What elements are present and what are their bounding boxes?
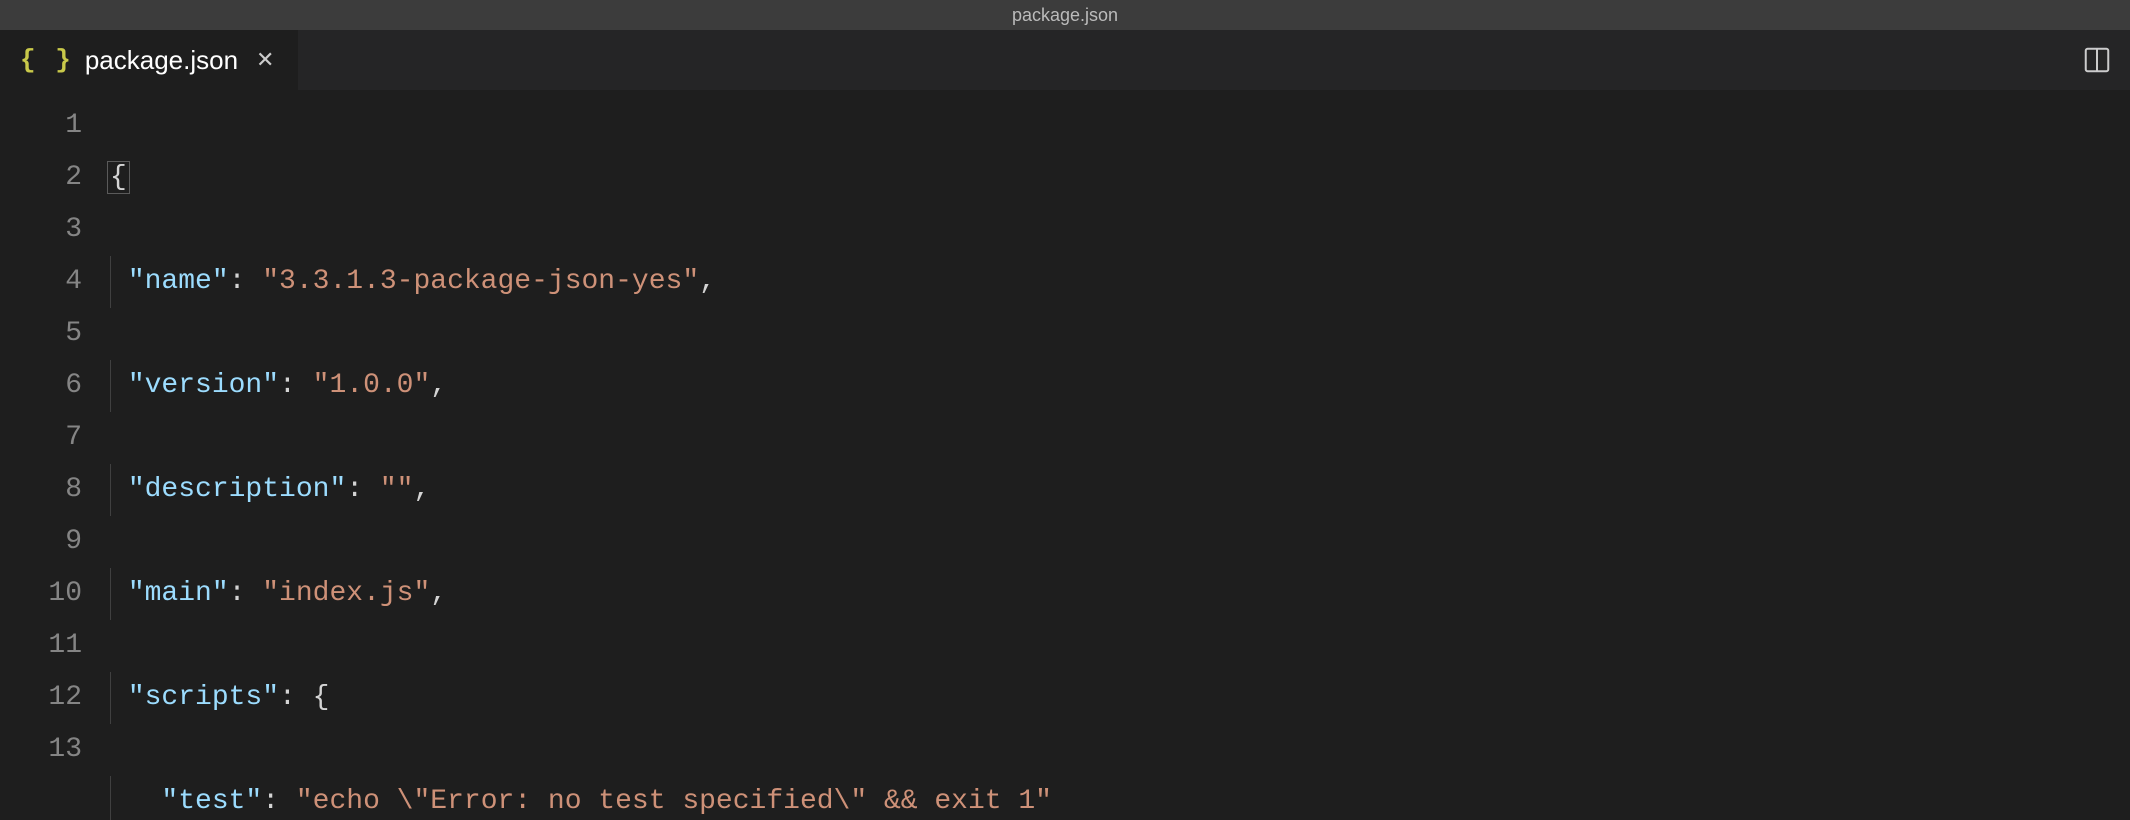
code-line: "main": "index.js", [110,568,2130,620]
window-title: package.json [1012,5,1118,26]
line-number: 10 [0,568,82,620]
editor-actions [2082,30,2112,90]
line-number: 9 [0,516,82,568]
code-line: "description": "", [110,464,2130,516]
code-line: "version": "1.0.0", [110,360,2130,412]
code-editor[interactable]: 1 2 3 4 5 6 7 8 9 10 11 12 13 { "name": … [0,90,2130,820]
code-line: "scripts": { [110,672,2130,724]
line-number: 1 [0,100,82,152]
line-number: 2 [0,152,82,204]
json-key: "main" [128,578,229,609]
json-string: "1.0.0" [313,370,431,401]
json-string: "echo \"Error: no test specified\" && ex… [296,786,1052,817]
json-file-icon: { } [20,45,73,75]
json-key: "test" [161,786,262,817]
json-key: "scripts" [128,682,279,713]
json-string: "3.3.1.3-package-json-yes" [262,266,699,297]
line-number: 3 [0,204,82,256]
close-tab-icon[interactable]: ✕ [256,49,274,71]
tab-package-json[interactable]: { } package.json ✕ [0,30,298,90]
code-line: "name": "3.3.1.3-package-json-yes", [110,256,2130,308]
line-number: 13 [0,724,82,776]
line-number-gutter: 1 2 3 4 5 6 7 8 9 10 11 12 13 [0,90,110,820]
json-string: "index.js" [262,578,430,609]
code-line: { [110,152,2130,204]
json-key: "description" [128,474,346,505]
code-line: "test": "echo \"Error: no test specified… [110,776,2130,820]
code-content[interactable]: { "name": "3.3.1.3-package-json-yes", "v… [110,90,2130,820]
editor-tab-bar: { } package.json ✕ [0,30,2130,90]
brace-open: { [107,161,130,194]
json-key: "name" [128,266,229,297]
line-number: 5 [0,308,82,360]
line-number: 4 [0,256,82,308]
split-editor-icon[interactable] [2082,45,2112,75]
line-number: 7 [0,412,82,464]
line-number: 8 [0,464,82,516]
window-title-bar: package.json [0,0,2130,30]
line-number: 12 [0,672,82,724]
line-number: 6 [0,360,82,412]
json-key: "version" [128,370,279,401]
json-string: "" [380,474,414,505]
tab-label: package.json [85,45,238,76]
line-number: 11 [0,620,82,672]
